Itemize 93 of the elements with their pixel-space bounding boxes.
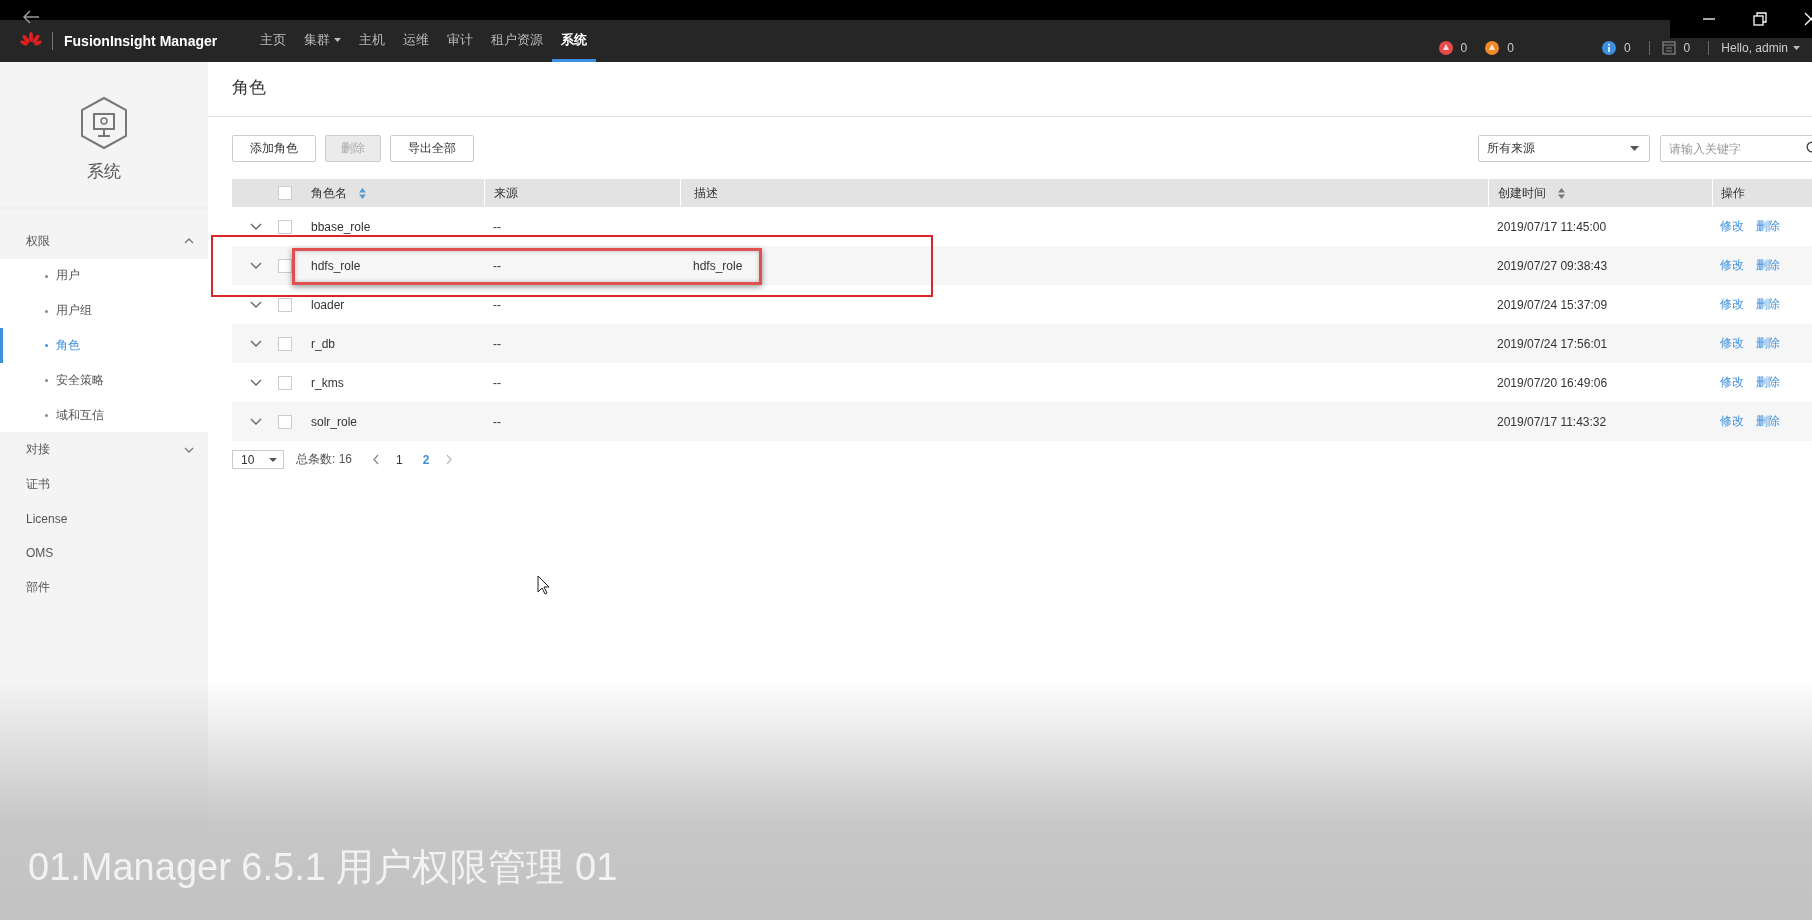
- nav-tab[interactable]: 主机: [350, 20, 395, 62]
- sidebar-item[interactable]: License: [0, 501, 208, 536]
- nav-tab[interactable]: 审计: [438, 20, 483, 62]
- nav-tab[interactable]: 系统: [552, 20, 597, 62]
- action-link[interactable]: 删除: [1756, 374, 1780, 391]
- chevron-down-icon[interactable]: [250, 340, 262, 347]
- sidebar-item[interactable]: 用户组: [0, 293, 208, 329]
- previous-page-icon[interactable]: [372, 454, 380, 465]
- alarm-icon[interactable]: [1485, 41, 1500, 55]
- sidebar-item[interactable]: OMS: [0, 536, 208, 571]
- table-cell: --: [493, 297, 501, 312]
- caret-icon: [1630, 146, 1639, 151]
- column-header[interactable]: 角色名: [311, 179, 484, 207]
- action-link[interactable]: 修改: [1720, 296, 1744, 313]
- page-number[interactable]: 1: [392, 452, 407, 467]
- alarm-icon[interactable]: [1438, 41, 1453, 55]
- chevron-down-icon[interactable]: [250, 223, 262, 230]
- chevron-down-icon[interactable]: [250, 262, 262, 269]
- checkbox[interactable]: [278, 336, 292, 351]
- table-cell: 2019/07/24 15:37:09: [1497, 297, 1608, 312]
- chevron-down-icon[interactable]: [250, 379, 262, 386]
- table-cell: --: [493, 414, 501, 429]
- action-link[interactable]: 修改: [1720, 374, 1744, 391]
- page-number[interactable]: 2: [418, 452, 434, 467]
- chevron-up-icon: [184, 238, 194, 245]
- table-cell: solr_role: [311, 414, 358, 429]
- nav-tab[interactable]: 运维: [394, 20, 439, 62]
- page-size-dropdown[interactable]: 10: [232, 450, 284, 469]
- table-cell: hdfs_role: [311, 258, 361, 273]
- action-link[interactable]: 删除: [1756, 296, 1780, 313]
- table-cell: --: [493, 336, 501, 351]
- section-title: 系统: [87, 161, 121, 183]
- table-cell: 2019/07/17 11:45:00: [1497, 219, 1607, 234]
- product-title: FusionInsight Manager: [64, 33, 218, 49]
- nav-tab[interactable]: 集群: [295, 20, 351, 62]
- user-menu[interactable]: Hello, admin: [1721, 41, 1800, 55]
- column-header: 来源: [484, 179, 680, 207]
- sidebar-item[interactable]: 对接: [0, 432, 208, 467]
- alarm-count: 0: [1623, 41, 1631, 55]
- sidebar-item[interactable]: 用户: [0, 258, 208, 294]
- back-arrow-icon[interactable]: [22, 10, 40, 24]
- table-cell: 2019/07/17 11:43:32: [1497, 414, 1607, 429]
- table-cell: r_kms: [311, 375, 344, 390]
- sidebar-item[interactable]: 部件: [0, 570, 208, 605]
- table-cell: --: [493, 375, 501, 390]
- page-title: 角色: [208, 62, 1812, 117]
- table-cell: bbase_role: [311, 219, 371, 234]
- chevron-down-icon[interactable]: [250, 418, 262, 425]
- action-link[interactable]: 删除: [1756, 218, 1780, 235]
- sidebar-item[interactable]: 域和互信: [0, 397, 208, 433]
- sidebar-item[interactable]: 角色: [0, 328, 208, 363]
- toolbar-button[interactable]: 添加角色: [232, 135, 316, 162]
- table-cell: loader: [311, 297, 345, 312]
- table-cell: r_db: [311, 336, 336, 351]
- nav-tab[interactable]: 主页: [251, 20, 296, 62]
- task-count: 0: [1683, 41, 1691, 55]
- table-cell: 2019/07/24 17:56:01: [1497, 336, 1608, 351]
- sort-icon[interactable]: [1558, 187, 1565, 199]
- chevron-down-icon[interactable]: [250, 301, 262, 308]
- sidebar-item[interactable]: 安全策略: [0, 362, 208, 398]
- checkbox[interactable]: [278, 297, 292, 312]
- source-dropdown[interactable]: 所有来源: [1478, 135, 1650, 162]
- checkbox[interactable]: [278, 186, 292, 200]
- table-cell: 2019/07/27 09:38:43: [1497, 258, 1608, 273]
- checkbox[interactable]: [278, 258, 292, 273]
- checkbox[interactable]: [278, 219, 292, 234]
- nav-tab[interactable]: 租户资源: [482, 20, 553, 62]
- info-icon[interactable]: [1601, 41, 1616, 55]
- sidebar-item[interactable]: 权限: [0, 224, 208, 259]
- alarm-count: 0: [1460, 41, 1468, 55]
- close-icon[interactable]: [1804, 12, 1812, 26]
- caret-icon: [1793, 46, 1800, 50]
- checkbox[interactable]: [278, 414, 292, 429]
- chevron-down-icon: [184, 446, 194, 453]
- column-header: 描述: [680, 179, 1488, 207]
- total-count: 总条数: 16: [296, 451, 352, 468]
- toolbar-button[interactable]: 导出全部: [390, 135, 474, 162]
- table-cell: --: [493, 219, 501, 234]
- column-header: 操作: [1712, 179, 1812, 207]
- column-header[interactable]: 创建时间: [1488, 179, 1712, 207]
- restore-icon[interactable]: [1753, 12, 1767, 26]
- sidebar-item[interactable]: 证书: [0, 467, 208, 502]
- action-link[interactable]: 修改: [1720, 218, 1744, 235]
- table-cell: hdfs_role: [693, 258, 743, 273]
- table-cell: 2019/07/20 16:49:06: [1497, 375, 1608, 390]
- checkbox[interactable]: [278, 375, 292, 390]
- alarm-count: 0: [1507, 41, 1514, 55]
- caret-icon: [269, 457, 277, 462]
- search-field[interactable]: 请输入关键字: [1660, 135, 1812, 162]
- hexagon-monitor-icon: [79, 96, 129, 150]
- calendar-icon[interactable]: [1661, 41, 1676, 55]
- mouse-pointer-icon: [537, 575, 550, 595]
- table-cell: --: [493, 258, 501, 273]
